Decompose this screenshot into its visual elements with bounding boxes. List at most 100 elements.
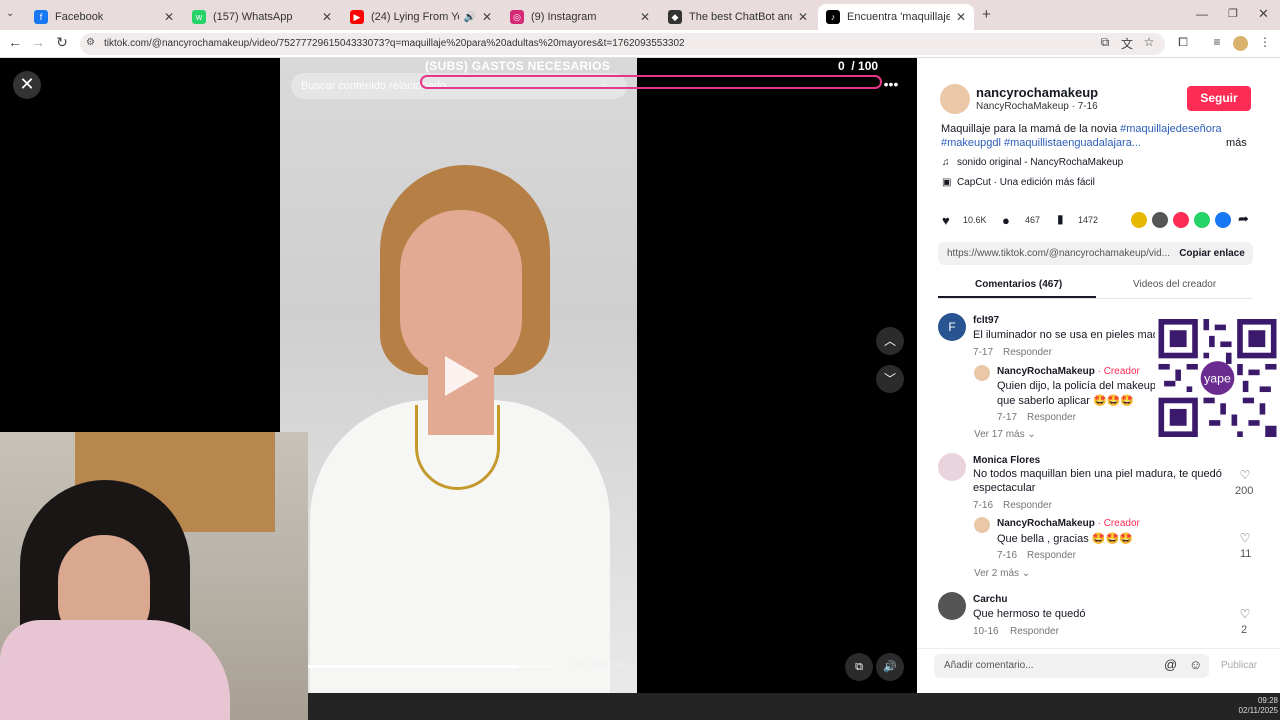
hashtag-link[interactable]: #maquillajedeseñora: [1120, 123, 1222, 135]
capcut-icon: ▣: [942, 177, 952, 188]
site-info-icon[interactable]: ⚙: [86, 37, 95, 48]
share-arrow-icon[interactable]: ➦: [1238, 211, 1249, 227]
yape-qr-code: yape: [1155, 316, 1280, 440]
embed-icon[interactable]: [1152, 212, 1168, 228]
like-heart-icon[interactable]: ♡: [1235, 531, 1255, 545]
capcut-link[interactable]: CapCut · Una edición más fácil: [957, 177, 1095, 188]
comment-author[interactable]: NancyRochaMakeup: [997, 366, 1095, 377]
caption-more-button[interactable]: más: [1226, 137, 1247, 149]
bookmark-star-icon[interactable]: ☆: [1140, 35, 1158, 49]
address-bar[interactable]: tiktok.com/@nancyrochamakeup/video/75277…: [80, 33, 1165, 55]
reply-button[interactable]: Responder: [1003, 347, 1052, 358]
mention-icon[interactable]: @: [1164, 657, 1177, 672]
subs-counter: 0 / 100: [838, 59, 878, 73]
subs-count: 0: [838, 59, 845, 73]
comment-author[interactable]: Carchu: [973, 594, 1007, 605]
reply-button[interactable]: Responder: [1027, 412, 1076, 423]
tab-facebook[interactable]: f Facebook ✕: [26, 4, 182, 30]
close-tab-icon[interactable]: ✕: [798, 10, 808, 24]
extensions-icon[interactable]: ⧠: [1174, 35, 1192, 50]
profile-avatar[interactable]: [1233, 36, 1248, 51]
follow-button[interactable]: Seguir: [1187, 86, 1251, 111]
hashtag-link[interactable]: #maquillistaenguadalajara...: [1004, 137, 1141, 149]
minimize-button[interactable]: —: [1196, 7, 1208, 21]
avatar[interactable]: [938, 592, 966, 620]
play-icon[interactable]: [445, 356, 479, 396]
webcam-person-body: [0, 620, 230, 720]
send-icon[interactable]: [1173, 212, 1189, 228]
floating-player-icon[interactable]: ⧉: [845, 653, 873, 681]
volume-icon[interactable]: 🔊: [876, 653, 904, 681]
previous-video-button[interactable]: ︿: [876, 327, 904, 355]
translate-icon[interactable]: 文: [1118, 35, 1136, 52]
heart-icon[interactable]: ♥: [942, 213, 950, 228]
bookmark-icon[interactable]: ▮: [1057, 212, 1064, 226]
new-tab-button[interactable]: +: [982, 6, 991, 23]
reload-button[interactable]: ↻: [52, 34, 72, 51]
publish-button[interactable]: Publicar: [1221, 660, 1257, 671]
comment-icon[interactable]: ●: [1002, 213, 1010, 228]
avatar[interactable]: [938, 453, 966, 481]
tab-title: Encuentra 'maquillaje para adu: [847, 11, 950, 23]
tab-divider: [938, 298, 1253, 299]
view-more-replies[interactable]: Ver 17 más ⌄: [974, 429, 1036, 440]
like-count: 11: [1240, 548, 1252, 560]
reply-button[interactable]: Responder: [1003, 500, 1052, 511]
chatbot-icon: ◆: [668, 10, 682, 24]
tab-youtube[interactable]: ▶ (24) Lying From You - Linkin 🔊 ✕: [342, 4, 500, 30]
qr-graphic: yape: [1158, 319, 1277, 437]
tab-tiktok[interactable]: ♪ Encuentra 'maquillaje para adu ✕: [818, 4, 974, 30]
audio-playing-icon[interactable]: 🔊: [463, 12, 475, 23]
view-more-replies[interactable]: Ver 2 más ⌄: [974, 568, 1030, 579]
avatar[interactable]: F: [938, 313, 966, 341]
tab-whatsapp[interactable]: w (157) WhatsApp ✕: [184, 4, 340, 30]
tab-chatbot[interactable]: ◆ The best ChatBot and Widget ✕: [660, 4, 816, 30]
comment-author[interactable]: NancyRochaMakeup: [997, 518, 1095, 529]
creator-badge: · Creador: [1097, 518, 1140, 529]
tab-comments[interactable]: Comentarios (467): [975, 279, 1062, 290]
close-tab-icon[interactable]: ✕: [482, 10, 492, 24]
progress-fill: [308, 665, 518, 668]
emoji-icon[interactable]: ☺: [1189, 657, 1202, 672]
menu-icon[interactable]: ⋮: [1256, 35, 1274, 49]
like-heart-icon[interactable]: ♡: [1235, 607, 1255, 621]
forward-button[interactable]: →: [28, 34, 48, 50]
facebook-share-icon[interactable]: [1215, 212, 1231, 228]
close-tab-icon[interactable]: ✕: [322, 10, 332, 24]
reply-author-line: NancyRochaMakeup · Creador: [997, 518, 1140, 529]
reply-button[interactable]: Responder: [1027, 550, 1076, 561]
avatar[interactable]: [974, 517, 990, 533]
hashtag-link[interactable]: #makeupgdl: [941, 137, 1001, 149]
comment-author[interactable]: fclt97: [973, 315, 999, 326]
back-button[interactable]: ←: [5, 34, 25, 50]
install-app-icon[interactable]: ⧉: [1096, 35, 1114, 50]
comment-date: 7-16: [973, 500, 994, 511]
repost-icon[interactable]: [1131, 212, 1147, 228]
caption-text: Maquillaje para la mamá de la novia: [941, 123, 1121, 135]
creator-username[interactable]: nancyrochamakeup: [976, 85, 1098, 100]
stream-overlay-title: (SUBS) GASTOS NECESARIOS: [425, 59, 611, 73]
more-options-icon[interactable]: •••: [879, 73, 903, 97]
comment-author[interactable]: Monica Flores: [973, 455, 1040, 466]
view-more-label: Ver 2 más: [974, 568, 1020, 579]
reply-button[interactable]: Responder: [1010, 626, 1059, 637]
sound-link[interactable]: sonido original - NancyRochaMakeup: [957, 157, 1123, 168]
close-tab-icon[interactable]: ✕: [956, 10, 966, 24]
close-window-button[interactable]: ✕: [1258, 6, 1269, 22]
tab-instagram[interactable]: ◎ (9) Instagram ✕: [502, 4, 658, 30]
tab-search-icon[interactable]: ⌄: [6, 8, 14, 19]
whatsapp-share-icon[interactable]: [1194, 212, 1210, 228]
qr-label: yape: [1204, 371, 1231, 385]
tab-creator-videos[interactable]: Videos del creador: [1133, 279, 1216, 290]
close-tab-icon[interactable]: ✕: [640, 10, 650, 24]
copy-link-button[interactable]: Copiar enlace: [1172, 242, 1252, 265]
creator-avatar[interactable]: [940, 84, 970, 114]
close-tab-icon[interactable]: ✕: [164, 10, 174, 24]
close-video-button[interactable]: ✕: [13, 71, 41, 99]
next-video-button[interactable]: ﹀: [876, 365, 904, 393]
reading-list-icon[interactable]: ≡: [1208, 35, 1226, 49]
active-tab-indicator: [938, 296, 1096, 298]
avatar[interactable]: [974, 365, 990, 381]
like-heart-icon[interactable]: ♡: [1235, 468, 1255, 482]
restore-button[interactable]: ❐: [1228, 7, 1238, 20]
